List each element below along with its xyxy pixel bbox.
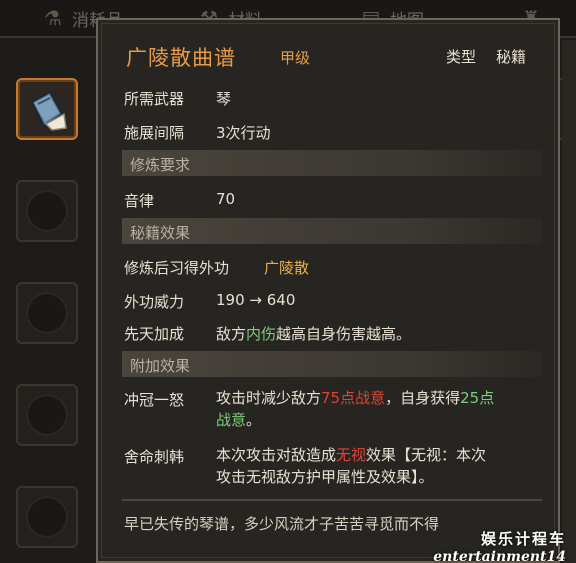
cast-interval-value: 3次行动: [216, 124, 271, 142]
inventory-slot[interactable]: [16, 180, 78, 242]
section-manual-effects: 秘籍效果: [122, 218, 542, 244]
section-title: 附加效果: [130, 357, 191, 375]
music-score-book-icon: [30, 90, 67, 131]
external-power-value: 190 → 640: [216, 291, 296, 309]
learned-skill-value: 广陵散: [264, 259, 310, 277]
item-name: 广陵散曲谱: [126, 46, 236, 70]
inventory-slot[interactable]: [16, 384, 78, 446]
item-type-value: 秘籍: [496, 48, 527, 66]
item-type-label: 类型: [446, 48, 477, 66]
section-title: 修炼要求: [130, 156, 191, 174]
watermark-en: entertainment14: [433, 549, 566, 563]
game-screen: ⚗ 消耗品 ⚒ 材料 ▤ 地图 ♜ 广陵散曲谱 甲级 类型: [0, 0, 576, 563]
tooltip-divider: [122, 499, 542, 501]
potion-icon: ⚗: [44, 6, 62, 30]
innate-bonus-value: 敌方内伤越高自身伤害越高。: [216, 325, 412, 343]
item-grade: 甲级: [280, 49, 311, 67]
tooltip-header: 广陵散曲谱 甲级 类型 秘籍: [120, 38, 540, 72]
flavor-text: 早已失传的琴谱，多少风流才子苦苦寻觅而不得: [124, 515, 440, 533]
scrollbar-track[interactable]: [562, 40, 576, 563]
section-extra-effects: 附加效果: [122, 351, 542, 377]
rhythm-label: 音律: [124, 192, 155, 210]
external-power-label: 外功威力: [124, 293, 185, 311]
watermark-cn: 娱乐计程车: [480, 530, 566, 548]
effect-description-2: 本次攻击对敌造成无视效果【无视：本次 攻击无视敌方护甲属性及效果】。: [216, 446, 487, 486]
inventory-slot[interactable]: [16, 282, 78, 344]
innate-bonus-label: 先天加成: [124, 325, 185, 343]
inventory-slot[interactable]: [16, 486, 78, 548]
cast-interval-label: 施展间隔: [124, 124, 185, 142]
item-tooltip: 广陵散曲谱 甲级 类型 秘籍 所需武器 琴 施展间隔 3次行动 修炼要求 音律 …: [96, 18, 560, 563]
learned-skill-label: 修炼后习得外功: [124, 259, 230, 277]
inventory-slot-selected[interactable]: [16, 78, 78, 140]
section-requirements: 修炼要求: [122, 150, 542, 176]
rhythm-value: 70: [216, 190, 236, 208]
watermark: 娱乐计程车 entertainment14: [433, 528, 566, 563]
required-weapon-label: 所需武器: [124, 90, 185, 108]
required-weapon-value: 琴: [216, 90, 232, 108]
effect-description-1: 攻击时减少敌方75点战意，自身获得25点 战意。: [216, 389, 495, 429]
section-title: 秘籍效果: [130, 224, 191, 242]
